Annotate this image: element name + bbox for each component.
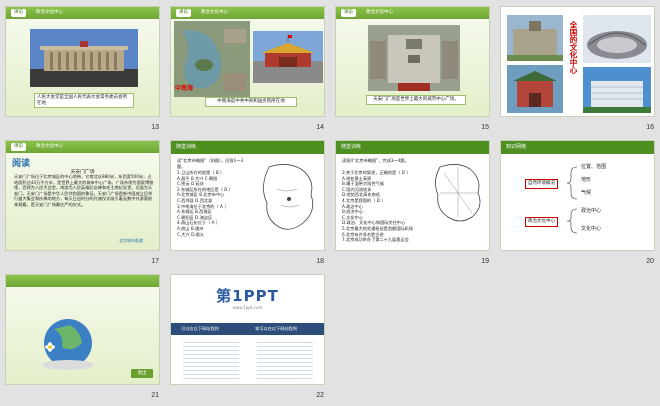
slide-thumbnail[interactable]: 退出 bbox=[5, 274, 160, 385]
question-items: 3.关于北京的叙述，正确的是（ D ） A.地处黄土高原 B.属于温带大陆性气候… bbox=[342, 170, 426, 243]
logo-subtext: www.1ppt.com bbox=[232, 305, 263, 310]
slide-16[interactable]: 全国的文化中心 16 bbox=[495, 0, 660, 131]
slide-header: 随堂训练 bbox=[336, 141, 489, 154]
reading-body: 天安门广场位于北京城区的中心地带，它南北长880米，东西宽500米，占地面积达4… bbox=[14, 174, 154, 207]
slide-caption: 天安门广场是世界上最大的城市中心广场。 bbox=[366, 95, 466, 105]
question-item: 7.北京成功举办了第二十九届奥运会 bbox=[342, 237, 409, 243]
slide-header: 课前 政治文化中心 bbox=[171, 7, 324, 19]
header-tag: 课前 bbox=[11, 143, 26, 151]
slide-thumbnail[interactable]: 课前 政治文化中心 人民大会堂是全国人民代表大会常务委员会所在地 bbox=[5, 6, 160, 117]
slide-header bbox=[6, 275, 159, 287]
slide-number: 16 bbox=[646, 124, 654, 131]
knowledge-node: 政治文化中心 bbox=[525, 217, 558, 227]
slide-14[interactable]: 课前 政治文化中心 中南海 中南海是中共中央和国务院所在地 14 bbox=[165, 0, 330, 131]
header-title: 随堂训练 bbox=[341, 144, 362, 150]
vertical-title: 全国的文化中心 bbox=[569, 21, 578, 74]
slide-19[interactable]: 随堂训练 读图4“北京市略图”，完成3～4题。 3.关于北京的叙述，正确的是（ … bbox=[330, 134, 495, 265]
slide-header: 课前 政治文化中心 bbox=[336, 7, 489, 19]
slide-number: 13 bbox=[151, 124, 159, 131]
slide-thumbnail[interactable]: 课前 政治文化中心 阅读 天安门广场 天安门广场位于北京城区的中心地带，它南北长… bbox=[5, 140, 160, 251]
knowledge-leaf: 政治中心 bbox=[581, 208, 602, 214]
bracket-lines bbox=[567, 166, 578, 234]
slide-thumbnail[interactable]: 全国的文化中心 bbox=[500, 6, 655, 117]
slide-thumbnail[interactable]: 第1PPT www.1ppt.com 可以在以下网站找到 本可以在以下网站找到 bbox=[170, 274, 325, 385]
beijing-map-image bbox=[430, 159, 486, 225]
header-tag: 课前 bbox=[341, 9, 356, 17]
slide-caption: 人民大会堂是全国人民代表大会常务委员会所在地 bbox=[34, 93, 134, 108]
slide-thumbnail[interactable]: 知识网络 自然环境概况 政治文化中心 位置、范围 地形 气候 政治中心 文化中心 bbox=[500, 140, 655, 251]
slide-number: 15 bbox=[481, 124, 489, 131]
slide-thumbnail[interactable]: 课前 政治文化中心 中南海 中南海是中共中央和国务院所在地 bbox=[170, 6, 325, 117]
slide-15[interactable]: 课前 政治文化中心 天安门广场是世界上最大的城市中心广场。 15 bbox=[330, 0, 495, 131]
slide-header: 随堂训练 bbox=[171, 141, 324, 154]
header-section: 政治文化中心 bbox=[201, 10, 228, 15]
slide-number: 19 bbox=[481, 258, 489, 265]
knowledge-leaf: 文化中心 bbox=[581, 226, 602, 232]
slide-13[interactable]: 课前 政治文化中心 人民大会堂是全国人民代表大会常务委员会所在地 13 bbox=[0, 0, 165, 131]
header-title: 随堂训练 bbox=[176, 144, 197, 150]
xinhuamen-photo bbox=[253, 31, 323, 83]
modern-building-photo bbox=[583, 67, 651, 113]
reading-footer: 北京城市面貌 bbox=[119, 238, 143, 243]
slide-header: 课前 政治文化中心 bbox=[6, 7, 159, 19]
slide-header: 知识网络 bbox=[501, 141, 654, 154]
knowledge-leaf: 气候 bbox=[581, 190, 592, 196]
slide-thumbnail[interactable]: 随堂训练 读图4“北京市略图”，完成3～4题。 3.关于北京的叙述，正确的是（ … bbox=[335, 140, 490, 251]
building-photo-2 bbox=[507, 65, 563, 113]
question-text: 读“北京市略图”（如图），回答1～3题。 bbox=[177, 158, 244, 169]
question-text: 读图4“北京市略图”，完成3～4题。 bbox=[342, 158, 409, 163]
banner-left-heading: 可以在以下网站找到 bbox=[181, 326, 219, 331]
slide-22[interactable]: 第1PPT www.1ppt.com 可以在以下网站找到 本可以在以下网站找到 … bbox=[165, 268, 330, 399]
slide-20[interactable]: 知识网络 自然环境概况 政治文化中心 位置、范围 地形 气候 政治中心 文化中心… bbox=[495, 134, 660, 265]
banner-right-heading: 本可以在以下网站找到 bbox=[255, 326, 297, 331]
knowledge-leaf: 地形 bbox=[581, 177, 592, 183]
header-title: 知识网络 bbox=[506, 144, 527, 150]
slide-sorter: 课前 政治文化中心 人民大会堂是全国人民代表大会常务委员会所在地 13 课前 政… bbox=[0, 0, 660, 406]
link-list-left bbox=[183, 339, 239, 379]
slide-18[interactable]: 随堂训练 读“北京市略图”（如图），回答1～3题。 1.卫山所在的地是（ B ）… bbox=[165, 134, 330, 265]
link-list-right bbox=[257, 339, 313, 379]
tiananmen-square-photo bbox=[368, 25, 460, 91]
header-section: 政治文化中心 bbox=[366, 10, 393, 15]
question-items: 1.卫山所在的地是（ B ） A.昌平 B.大兴 C.朝阳 C.密云 D.延庆 … bbox=[177, 170, 257, 237]
header-tag: 课前 bbox=[11, 9, 26, 17]
slide-21[interactable]: 退出 21 bbox=[0, 268, 165, 399]
great-hall-photo bbox=[30, 29, 138, 87]
photo-overlay-label: 中南海 bbox=[175, 85, 194, 92]
slide-thumbnail[interactable]: 课前 政治文化中心 天安门广场是世界上最大的城市中心广场。 bbox=[335, 6, 490, 117]
slide-number: 21 bbox=[151, 392, 159, 399]
slide-number: 14 bbox=[316, 124, 324, 131]
slide-caption: 中南海是中共中央和国务院所在地 bbox=[205, 97, 297, 107]
slide-number: 17 bbox=[151, 258, 159, 265]
slide-header: 课前 政治文化中心 bbox=[6, 141, 159, 153]
knowledge-node: 自然环境概况 bbox=[525, 179, 558, 189]
slide-17[interactable]: 课前 政治文化中心 阅读 天安门广场 天安门广场位于北京城区的中心地带，它南北长… bbox=[0, 134, 165, 265]
info-banner: 可以在以下网站找到 本可以在以下网站找到 bbox=[171, 323, 324, 335]
exit-button[interactable]: 退出 bbox=[131, 369, 153, 378]
header-section: 政治文化中心 bbox=[36, 10, 63, 15]
slide-number: 22 bbox=[316, 392, 324, 399]
header-section: 政治文化中心 bbox=[36, 144, 63, 149]
slide-number: 18 bbox=[316, 258, 324, 265]
logo-text: 第1PPT bbox=[216, 287, 279, 305]
stadium-photo bbox=[583, 15, 651, 63]
beijing-map-image bbox=[257, 159, 321, 237]
building-photo-1 bbox=[507, 15, 563, 61]
header-tag: 课前 bbox=[176, 9, 191, 17]
globe-flower-image bbox=[42, 319, 94, 370]
slide-thumbnail[interactable]: 随堂训练 读“北京市略图”（如图），回答1～3题。 1.卫山所在的地是（ B ）… bbox=[170, 140, 325, 251]
knowledge-leaf: 位置、范围 bbox=[581, 164, 607, 170]
slide-number: 20 bbox=[646, 258, 654, 265]
question-item: C.大兴 D.顺义 bbox=[177, 231, 204, 237]
